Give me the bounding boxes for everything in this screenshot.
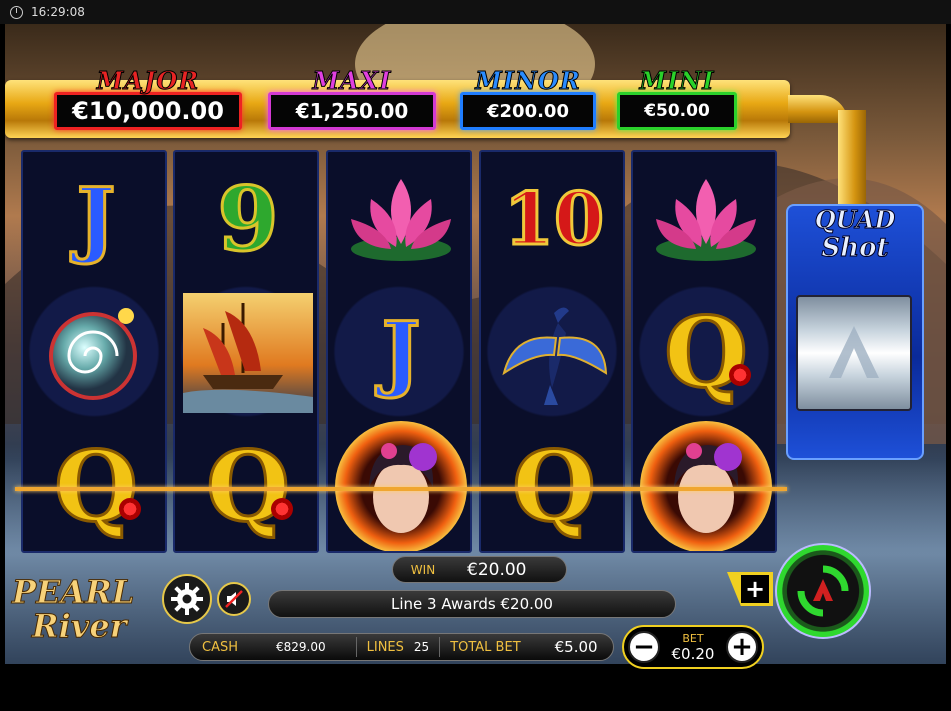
status-bar: 16:29:08 (0, 0, 951, 24)
quad-shot-reel (796, 295, 912, 411)
cash-value: €829.00 (276, 640, 326, 654)
jackpot-major-value: €10,000.00 (54, 92, 242, 130)
bet-control: − BET €0.20 + (622, 625, 764, 669)
logo-line1: PEARL (12, 573, 135, 611)
clock-icon (10, 5, 23, 19)
lady-icon (335, 421, 467, 551)
divider (355, 637, 357, 657)
symbol-q: Q (633, 286, 775, 420)
bet-label: BET (682, 631, 704, 645)
jackpot-major-title: MAJOR (96, 66, 200, 95)
plus-icon: + (741, 575, 769, 603)
bet-increase-button[interactable]: + (725, 631, 758, 663)
total-bet-label: TOTAL BET (450, 639, 521, 655)
bet-value: €0.20 (671, 644, 715, 663)
quad-shot-title-line1: QUAD (814, 205, 896, 234)
reel-5: Q (631, 150, 777, 553)
pipe-decoration-vertical (838, 110, 866, 210)
nautilus-shell-icon (49, 308, 137, 400)
symbol-j-letter: J (380, 305, 422, 401)
total-bet-value: €5.00 (554, 638, 598, 656)
spin-arrows-icon (797, 565, 849, 617)
reel-2: 9 Q (173, 150, 319, 553)
symbol-j: J (23, 152, 165, 286)
symbol-j: J (328, 286, 470, 420)
jackpot-mini: MINI €50.00 (617, 66, 737, 130)
symbol-q-letter: Q (663, 296, 750, 409)
ainsworth-a-icon (829, 326, 879, 378)
cash-label: CASH (202, 639, 238, 655)
status-time: 16:29:08 (31, 5, 85, 19)
lotus-icon (656, 179, 756, 261)
mute-icon (225, 590, 243, 608)
jackpot-maxi-title: MAXI (312, 66, 392, 95)
logo-line2: River (32, 607, 128, 645)
game-screen: 16:29:08 MAJOR €10,000.00 MAXI €1,250.00… (0, 0, 951, 711)
spin-button[interactable] (775, 543, 871, 639)
symbol-lotus (328, 152, 470, 286)
lotus-icon (351, 179, 451, 261)
quad-shot-title-line2: Shot (821, 233, 889, 263)
bottom-strip (0, 664, 951, 711)
jackpot-maxi-value: €1,250.00 (268, 92, 436, 130)
reel-3: J (326, 150, 472, 553)
symbol-junk-ship (175, 286, 317, 420)
rose-icon (119, 498, 141, 520)
bird-icon (502, 307, 608, 405)
sound-toggle-button[interactable] (217, 582, 251, 616)
game-logo: PEARL River (12, 575, 162, 653)
junk-ship-icon (183, 293, 313, 413)
lines-label: LINES (366, 639, 404, 655)
divider (439, 637, 441, 657)
quad-shot-title: QUAD Shot (786, 205, 924, 263)
symbol-10-number: 10 (502, 176, 605, 261)
jackpot-minor: MINOR €200.00 (460, 66, 596, 130)
winning-payline (15, 487, 787, 491)
symbol-9-number: 9 (216, 167, 280, 271)
win-value: €20.00 (467, 559, 527, 580)
rose-icon (271, 498, 293, 520)
gear-icon (171, 583, 203, 615)
bet-display: BET €0.20 (672, 632, 715, 663)
symbol-cormorant-bird (481, 286, 623, 420)
jackpot-major: MAJOR €10,000.00 (54, 66, 242, 130)
settings-button[interactable] (162, 574, 212, 624)
jackpot-mini-value: €50.00 (617, 92, 737, 130)
symbol-nautilus-shell (23, 286, 165, 420)
bet-decrease-button[interactable]: − (628, 631, 660, 663)
reel-1: J Q (21, 150, 167, 553)
lines-value: 25 (413, 640, 430, 654)
win-display: WIN €20.00 (392, 556, 567, 583)
symbol-10: 10 (481, 152, 623, 286)
reel-4: 10 Q (479, 150, 625, 553)
symbol-9: 9 (175, 152, 317, 286)
symbol-lotus (633, 152, 775, 286)
jackpot-minor-title: MINOR (475, 66, 581, 95)
win-label: WIN (410, 562, 436, 577)
rose-icon (729, 364, 751, 386)
symbol-j-letter: J (75, 171, 117, 267)
lady-icon (640, 421, 772, 551)
jackpot-maxi: MAXI €1,250.00 (268, 66, 436, 130)
stats-bar: CASH €829.00 LINES 25 TOTAL BET €5.00 (189, 633, 614, 661)
message-display: Line 3 Awards €20.00 (268, 590, 676, 618)
jackpot-minor-value: €200.00 (460, 92, 596, 130)
jackpot-mini-title: MINI (639, 66, 715, 95)
